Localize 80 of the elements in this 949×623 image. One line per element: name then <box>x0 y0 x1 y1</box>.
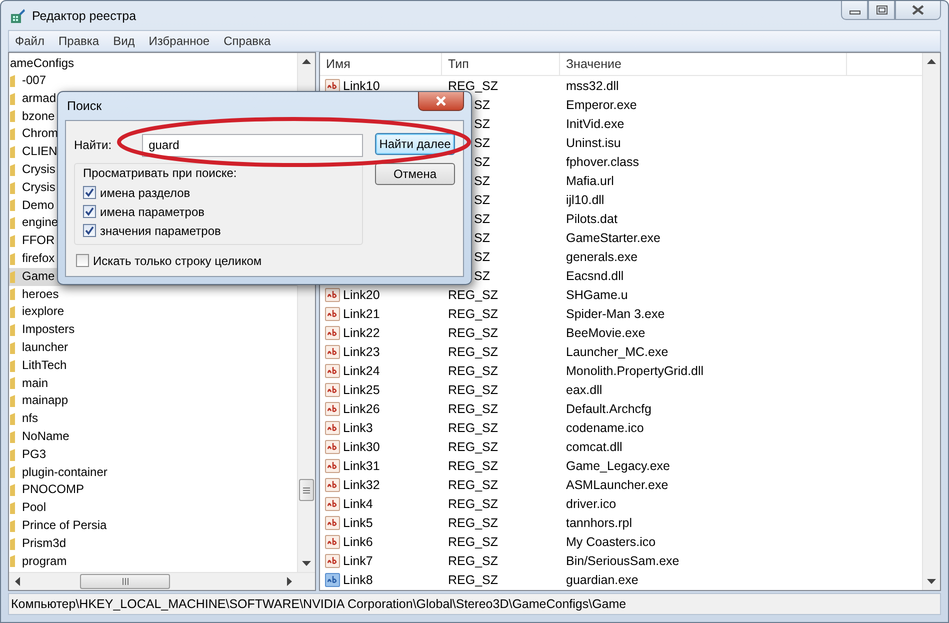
table-cell: SZ <box>474 268 490 282</box>
table-cell: Link32 <box>343 478 380 492</box>
table-cell: REG_SZ <box>448 478 498 492</box>
table-cell: SZ <box>474 154 490 168</box>
table-cell: Link25 <box>343 382 380 396</box>
table-cell: REG_SZ <box>448 534 498 548</box>
table-cell: ASMLauncher.exe <box>566 478 668 492</box>
table-cell: Pilots.dat <box>566 212 618 226</box>
table-cell: REG_SZ <box>448 326 498 340</box>
checkbox-label: имена параметров <box>100 204 205 218</box>
table-cell: REG_SZ <box>448 364 498 378</box>
table-cell: Link23 <box>343 344 380 358</box>
table-cell: Game_Legacy.exe <box>566 458 670 472</box>
table-cell: Link4 <box>343 496 373 510</box>
table-cell: fphover.class <box>566 154 639 168</box>
table-cell: BeeMovie.exe <box>566 326 646 340</box>
table-cell: GameStarter.exe <box>566 230 660 244</box>
table-cell: codename.ico <box>566 420 644 434</box>
group-label: Просматривать при поиске: <box>83 166 238 180</box>
table-cell: REG_SZ <box>448 344 498 358</box>
table-cell: REG_SZ <box>448 78 498 92</box>
table-cell: Link3 <box>343 420 373 434</box>
checkbox-label: имена разделов <box>100 186 190 200</box>
table-cell: Link31 <box>343 458 380 472</box>
table-cell: Uninst.isu <box>566 136 621 150</box>
table-cell: generals.exe <box>566 250 638 264</box>
table-cell: Link8 <box>343 572 373 586</box>
table-cell: guardian.exe <box>566 572 638 586</box>
table-cell: SZ <box>474 250 490 264</box>
table-cell: tannhors.rpl <box>566 516 632 530</box>
table-cell: Link6 <box>343 534 373 548</box>
table-cell: My Coasters.ico <box>566 534 656 548</box>
table-cell: mss32.dll <box>566 78 619 92</box>
checkbox-label: значения параметров <box>100 224 221 238</box>
table-cell: Launcher_MC.exe <box>566 344 668 358</box>
table-cell: SZ <box>474 212 490 226</box>
table-cell: REG_SZ <box>448 420 498 434</box>
table-cell: Link30 <box>343 440 380 454</box>
table-cell: ijl10.dll <box>566 192 604 206</box>
table-cell: REG_SZ <box>448 402 498 416</box>
table-cell: Bin/SeriousSam.exe <box>566 554 680 568</box>
checkbox-label: Искать только строку целиком <box>93 254 262 268</box>
table-cell: Spider-Man 3.exe <box>566 306 665 320</box>
table-cell: REG_SZ <box>448 554 498 568</box>
dialog-title: Поиск <box>66 99 102 113</box>
table-cell: REG_SZ <box>448 496 498 510</box>
status-bar-path: Компьютер\HKEY_LOCAL_MACHINE\SOFTWARE\NVIDIA Corporation\Global\Stereo3D\GameConfigs\Game <box>11 597 626 611</box>
table-cell: Link24 <box>343 364 380 378</box>
table-cell: Eacsnd.dll <box>566 268 624 282</box>
table-cell: REG_SZ <box>448 288 498 302</box>
table-cell: REG_SZ <box>448 516 498 530</box>
table-cell: SZ <box>474 230 490 244</box>
table-cell: Link7 <box>343 554 373 568</box>
table-cell: driver.ico <box>566 496 616 510</box>
table-cell: REG_SZ <box>448 458 498 472</box>
table-cell: SZ <box>474 192 490 206</box>
table-cell: Link22 <box>343 326 380 340</box>
table-cell: REG_SZ <box>448 440 498 454</box>
table-cell: SZ <box>474 116 490 130</box>
table-cell: eax.dll <box>566 382 602 396</box>
table-cell: SZ <box>474 174 490 188</box>
table-cell: REG_SZ <box>448 306 498 320</box>
table-cell: Link26 <box>343 402 380 416</box>
table-cell: comcat.dll <box>566 440 622 454</box>
table-cell: Monolith.PropertyGrid.dll <box>566 364 704 378</box>
table-cell: Link10 <box>343 78 380 92</box>
field-label: Найти: <box>74 138 112 152</box>
table-cell: InitVid.exe <box>566 116 624 130</box>
table-cell: Mafia.url <box>566 174 614 188</box>
table-cell: SZ <box>474 136 490 150</box>
table-cell: Emperor.exe <box>566 98 637 112</box>
table-cell: REG_SZ <box>448 382 498 396</box>
window-title: Редактор реестра <box>32 8 136 22</box>
table-cell: SZ <box>474 98 490 112</box>
table-cell: Default.Archcfg <box>566 402 652 416</box>
table-cell: Link20 <box>343 288 380 302</box>
table-cell: REG_SZ <box>448 572 498 586</box>
table-cell: Link21 <box>343 306 380 320</box>
table-cell: SHGame.u <box>566 288 628 302</box>
table-cell: Link5 <box>343 516 373 530</box>
